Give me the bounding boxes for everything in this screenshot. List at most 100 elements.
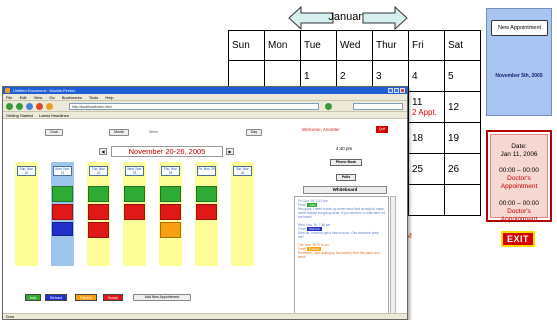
menu-view[interactable]: View	[34, 95, 43, 100]
appointment-time: 00:00 – 00:00	[499, 200, 539, 207]
menu-bar: File Edit View Go Bookmarks Tools Help	[3, 94, 407, 101]
day-column-fri[interactable]: Fri, Nov. 25	[195, 162, 218, 266]
firefox-icon	[5, 88, 10, 93]
phone-book-button[interactable]: Phone Book	[330, 159, 362, 166]
bookmark-latest-headlines[interactable]: Latest Headlines	[39, 113, 69, 118]
legend-julie[interactable]: Julie	[25, 294, 41, 301]
welcome-text: Welcome, Annette!	[302, 127, 340, 132]
appointment-card[interactable]	[160, 222, 181, 238]
month-view-button[interactable]: Month	[109, 129, 129, 136]
menu-tools[interactable]: Tools	[89, 95, 98, 100]
day-column-sun[interactable]: Sun, Nov. 20	[15, 162, 38, 266]
message-item: Fri, Nov. 18, 2:12 pm From: Julie Hey gu…	[298, 199, 385, 219]
appointment-card[interactable]	[52, 186, 73, 202]
window-title: Untitled Document - Mozilla Firefox	[13, 88, 76, 93]
appointment-card[interactable]	[196, 204, 217, 220]
add-new-appointment-button[interactable]: Add New Appointment	[133, 294, 191, 301]
browser-window: Untitled Document - Mozilla Firefox File…	[2, 86, 408, 320]
window-titlebar: Untitled Document - Mozilla Firefox	[3, 87, 407, 94]
new-appointment-panel: New Appointment November 5th, 2005	[486, 8, 552, 116]
day-view-button[interactable]: Day	[246, 129, 262, 136]
page-content: Goal Month Week Day ◀ November 20-26, 20…	[3, 120, 407, 315]
menu-go[interactable]: Go	[49, 95, 54, 100]
status-bar: Done	[3, 313, 407, 319]
day-column-sat[interactable]: Sat, Nov. 26	[231, 162, 254, 266]
menu-edit[interactable]: Edit	[20, 95, 27, 100]
detail-date-value: Jan 11, 2006	[500, 151, 538, 158]
message-text: Dear all: I need to get a haircut soon. …	[298, 231, 379, 239]
appointment-card[interactable]	[124, 186, 145, 202]
whiteboard-messages: Fri, Nov. 18, 2:12 pm From: Julie Hey gu…	[294, 196, 389, 315]
day-cell[interactable]: 12	[444, 91, 481, 123]
day-cell[interactable]: 26	[444, 153, 481, 185]
back-icon[interactable]	[6, 103, 13, 110]
appointment-card[interactable]	[160, 186, 181, 202]
maximize-icon[interactable]	[394, 88, 399, 93]
weekday-sat: Sat	[444, 30, 481, 61]
address-bar[interactable]: http://localhost/index.html	[69, 103, 319, 110]
message-item: Wed, Nov. 16, 7:46 pm From: Richard Dear…	[295, 221, 388, 241]
quit-button[interactable]: Quit	[376, 126, 388, 133]
day-detail-body: Date: Jan 11, 2006 00:00 – 00:00 Doctor'…	[490, 134, 548, 223]
selected-date: November 5th, 2005	[495, 73, 543, 79]
message-text: Reminder: I am picking up the laundry fr…	[298, 251, 380, 259]
day-header[interactable]: Thu, Nov. 24	[161, 166, 180, 176]
weekday-tue: Tue	[300, 30, 337, 61]
day-header[interactable]: Fri, Nov. 25	[197, 166, 216, 176]
weekday-header-row: Sun Mon Tue Wed Thur Fri Sat	[228, 30, 481, 61]
whiteboard-scrollbar[interactable]	[390, 196, 396, 315]
legend-richard[interactable]: Richard	[45, 294, 67, 301]
next-week-icon[interactable]: ▶	[226, 148, 234, 155]
day-cell[interactable]	[408, 184, 445, 216]
day-cell[interactable]: 5	[444, 60, 481, 92]
appointment-card[interactable]	[88, 204, 109, 220]
day-column-tue[interactable]: Tue, Nov. 22	[87, 162, 110, 266]
legend-susan[interactable]: Susan	[103, 294, 123, 301]
reload-icon[interactable]	[26, 103, 33, 110]
exit-button[interactable]: EXIT	[501, 231, 535, 247]
day-column-mon[interactable]: Mon, Nov. 21	[51, 162, 74, 266]
menu-bookmarks[interactable]: Bookmarks	[62, 95, 82, 100]
day-cell-11[interactable]: 11 2 Appt.	[408, 91, 445, 123]
day-cell[interactable]: 19	[444, 122, 481, 154]
day-header[interactable]: Sun, Nov. 20	[17, 166, 36, 176]
appointment-title[interactable]: Doctor's Appointment	[491, 208, 547, 224]
next-month-arrow-icon[interactable]	[362, 6, 408, 30]
day-header[interactable]: Sat, Nov. 26	[233, 166, 252, 176]
forward-icon[interactable]	[16, 103, 23, 110]
appointment-card[interactable]	[196, 186, 217, 202]
day-cell[interactable]: 25	[408, 153, 445, 185]
home-icon[interactable]	[46, 103, 53, 110]
appointment-card[interactable]	[88, 222, 109, 238]
day-cell[interactable]: 18	[408, 122, 445, 154]
day-header[interactable]: Wed, Nov. 23	[125, 166, 144, 176]
previous-week-icon[interactable]: ◀	[99, 148, 107, 155]
polls-button[interactable]: Polls	[336, 174, 356, 181]
detail-date-label: Date:	[511, 143, 527, 150]
weekday-thu: Thur	[372, 30, 409, 61]
goal-button[interactable]: Goal	[45, 129, 63, 136]
appointment-title[interactable]: Doctor's Appointment	[491, 175, 547, 191]
appointment-card[interactable]	[160, 204, 181, 220]
month-navigation: January	[288, 6, 408, 30]
day-column-thu[interactable]: Thu, Nov. 24	[159, 162, 182, 266]
day-cell[interactable]: 4	[408, 60, 445, 92]
day-header[interactable]: Tue, Nov. 22	[89, 166, 108, 176]
menu-file[interactable]: File	[6, 95, 12, 100]
minimize-icon[interactable]	[388, 88, 393, 93]
day-column-wed[interactable]: Wed, Nov. 23	[123, 162, 146, 266]
menu-help[interactable]: Help	[105, 95, 113, 100]
stop-icon[interactable]	[36, 103, 43, 110]
new-appointment-button[interactable]: New Appointment	[491, 20, 548, 36]
appointment-card[interactable]	[52, 204, 73, 220]
appointment-card[interactable]	[88, 186, 109, 202]
legend-patricia[interactable]: Patricia	[75, 294, 97, 301]
go-icon[interactable]	[325, 103, 332, 110]
day-cell[interactable]	[444, 184, 481, 216]
bookmark-getting-started[interactable]: Getting Started	[6, 113, 33, 118]
search-input[interactable]	[353, 103, 403, 110]
day-header[interactable]: Mon, Nov. 21	[53, 166, 72, 176]
appointment-card[interactable]	[52, 222, 73, 236]
close-icon[interactable]	[400, 88, 405, 93]
appointment-card[interactable]	[124, 204, 145, 220]
